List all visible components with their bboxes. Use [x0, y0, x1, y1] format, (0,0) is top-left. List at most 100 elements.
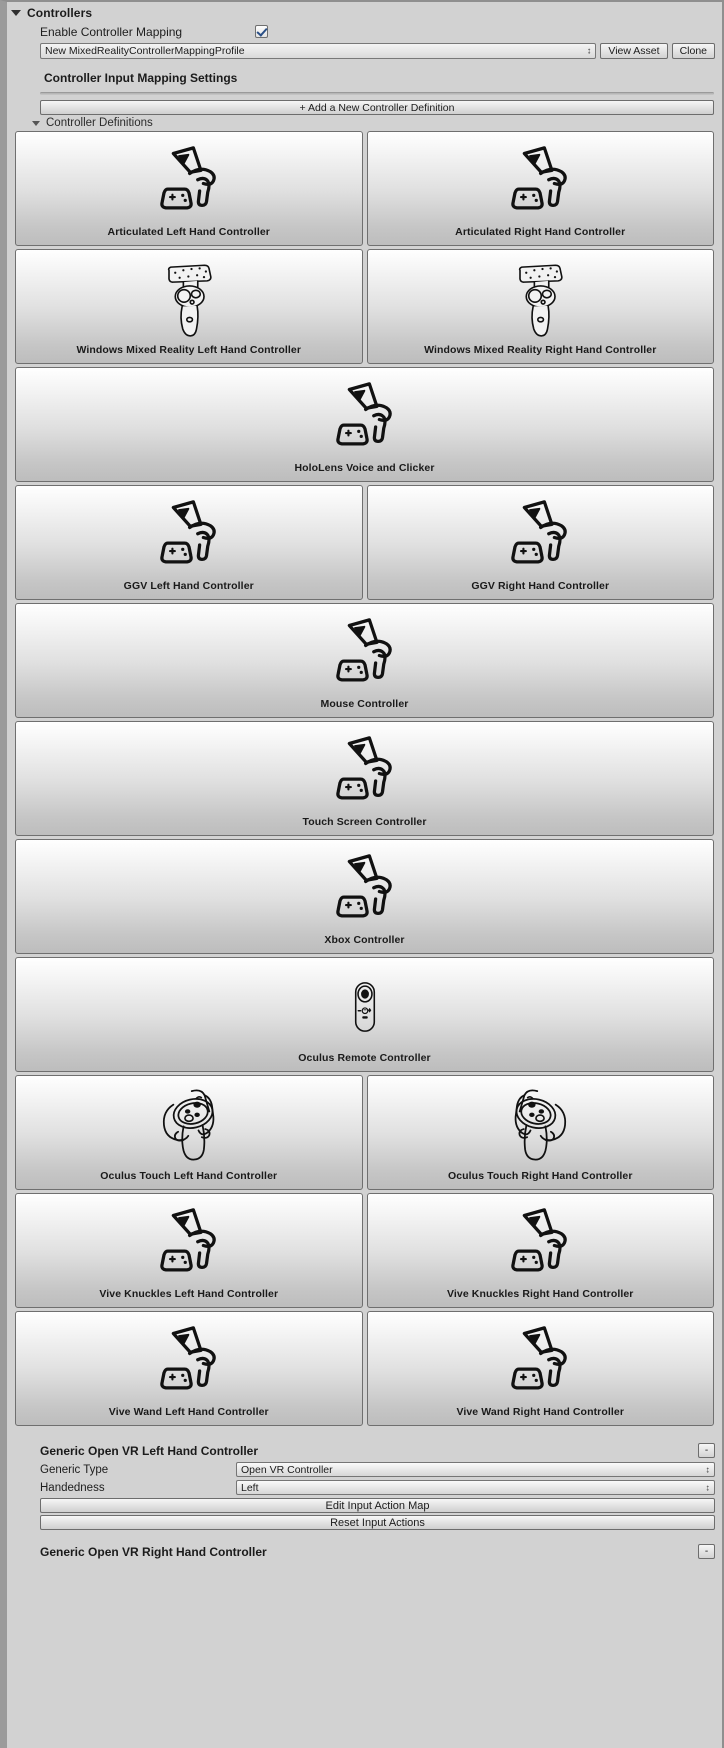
controller-icon-wrap	[16, 368, 713, 462]
page-title: Controllers	[27, 6, 93, 20]
view-asset-button[interactable]: View Asset	[600, 43, 668, 59]
controller-icon-wrap	[16, 722, 713, 816]
controller-row: Vive Wand Left Hand Controller Vive Wand …	[15, 1311, 714, 1426]
controller-detail-panels: Generic Open VR Left Hand Controller - Gen…	[7, 1429, 722, 1562]
handedness-row: Handedness Left ↕	[40, 1479, 715, 1496]
section-title: Controller Input Mapping Settings	[44, 71, 238, 85]
oculus-touch-icon	[512, 1089, 567, 1161]
controller-definitions-grid: Articulated Left Hand Controller Articula…	[7, 131, 722, 1426]
controller-row: Vive Knuckles Left Hand Controller Vive K…	[15, 1193, 714, 1308]
divider	[40, 92, 714, 95]
controller-card-label: HoloLens Voice and Clicker	[294, 462, 435, 474]
generic-type-label: Generic Type	[40, 1463, 109, 1476]
controller-icon-wrap	[368, 132, 714, 226]
controller-card-label: GGV Right Hand Controller	[471, 580, 610, 592]
controller-definition-card[interactable]: Windows Mixed Reality Right Hand Control…	[366, 249, 714, 364]
controller-card-label: Mouse Controller	[320, 698, 409, 710]
wmr-controller-icon	[167, 264, 212, 337]
controller-definitions-foldout[interactable]: Controller Definitions	[7, 115, 722, 131]
controller-detail-panel: Generic Open VR Right Hand Controller -	[7, 1530, 722, 1562]
chevron-down-icon	[32, 120, 40, 126]
remove-controller-button[interactable]: -	[698, 1443, 715, 1458]
edit-input-action-map-button[interactable]: Edit Input Action Map	[40, 1498, 715, 1513]
generic-controller-icon	[335, 618, 392, 682]
generic-controller-icon	[511, 1208, 568, 1272]
profile-object-field[interactable]: New MixedRealityControllerMappingProfile…	[40, 43, 597, 59]
oculus-remote-icon	[354, 982, 375, 1032]
controller-card-label: Oculus Touch Left Hand Controller	[100, 1170, 278, 1182]
controller-row: Oculus Remote Controller	[15, 957, 714, 1072]
controller-icon-wrap	[16, 1076, 362, 1170]
chevron-down-icon	[11, 10, 21, 16]
controller-card-label: Vive Wand Left Hand Controller	[108, 1406, 269, 1418]
controller-card-label: Xbox Controller	[324, 934, 405, 946]
controller-definition-card[interactable]: Vive Wand Left Hand Controller	[15, 1311, 363, 1426]
generic-controller-icon	[335, 854, 392, 918]
controller-icon-wrap	[16, 250, 362, 344]
remove-controller-button[interactable]: -	[698, 1544, 715, 1559]
generic-controller-icon	[335, 736, 392, 800]
controller-definition-card[interactable]: Articulated Left Hand Controller	[15, 131, 363, 246]
reset-input-actions-button[interactable]: Reset Input Actions	[40, 1515, 715, 1530]
chevron-updown-icon: ↕	[586, 45, 592, 56]
controller-card-label: Touch Screen Controller	[302, 816, 427, 828]
controller-definition-card[interactable]: Oculus Touch Right Hand Controller	[366, 1075, 714, 1190]
controller-icon-wrap	[368, 486, 714, 580]
detail-header: Generic Open VR Right Hand Controller -	[40, 1544, 715, 1562]
controller-card-label: Articulated Right Hand Controller	[455, 226, 626, 238]
detail-title: Generic Open VR Left Hand Controller	[40, 1443, 259, 1458]
generic-controller-icon	[160, 1326, 216, 1390]
controller-icon-wrap	[368, 1194, 714, 1288]
handedness-label: Handedness	[40, 1481, 105, 1494]
generic-type-dropdown[interactable]: Open VR Controller ↕	[236, 1462, 715, 1477]
controller-card-label: GGV Left Hand Controller	[123, 580, 254, 592]
oculus-touch-icon	[162, 1089, 217, 1161]
handedness-dropdown[interactable]: Left ↕	[236, 1480, 715, 1495]
controller-icon-wrap	[368, 250, 714, 344]
generic-controller-icon	[335, 382, 392, 446]
wmr-controller-icon	[519, 264, 563, 337]
detail-title: Generic Open VR Right Hand Controller	[40, 1544, 267, 1559]
profile-row: New MixedRealityControllerMappingProfile…	[7, 41, 722, 61]
controller-definition-card[interactable]: HoloLens Voice and Clicker	[15, 367, 714, 482]
controller-definition-card[interactable]: Windows Mixed Reality Left Hand Controll…	[15, 249, 363, 364]
controller-definition-card[interactable]: Vive Knuckles Left Hand Controller	[15, 1193, 363, 1308]
enable-controller-mapping-label: Enable Controller Mapping	[40, 24, 183, 39]
controller-icon-wrap	[368, 1312, 714, 1406]
controller-icon-wrap	[368, 1076, 714, 1170]
controller-definition-card[interactable]: Oculus Remote Controller	[15, 957, 714, 1072]
generic-controller-icon	[511, 146, 568, 210]
controller-definition-card[interactable]: Vive Knuckles Right Hand Controller	[366, 1193, 714, 1308]
controller-definition-card[interactable]: Xbox Controller	[15, 839, 714, 954]
controller-card-label: Windows Mixed Reality Left Hand Controll…	[76, 344, 302, 356]
generic-controller-icon	[160, 1208, 216, 1272]
generic-controller-icon	[160, 500, 216, 564]
controller-definition-card[interactable]: Mouse Controller	[15, 603, 714, 718]
controller-definitions-label: Controller Definitions	[46, 117, 153, 129]
enable-controller-mapping-row: Enable Controller Mapping	[7, 22, 722, 41]
add-controller-definition-button[interactable]: + Add a New Controller Definition	[40, 100, 714, 115]
clone-button[interactable]: Clone	[671, 43, 715, 59]
controller-detail-panel: Generic Open VR Left Hand Controller - Gen…	[7, 1429, 722, 1530]
controller-definition-card[interactable]: Touch Screen Controller	[15, 721, 714, 836]
controller-definition-card[interactable]: Oculus Touch Left Hand Controller	[15, 1075, 363, 1190]
controller-card-label: Oculus Touch Right Hand Controller	[447, 1170, 633, 1182]
controller-icon-wrap	[16, 604, 713, 698]
controller-icon-wrap	[16, 1194, 362, 1288]
handedness-value: Left	[241, 1481, 259, 1494]
controller-icon-wrap	[16, 132, 362, 226]
controller-row: Windows Mixed Reality Left Hand Controll…	[15, 249, 714, 364]
controller-row: GGV Left Hand Controller GGV Right Hand C…	[15, 485, 714, 600]
controller-row: Xbox Controller	[15, 839, 714, 954]
controller-definition-card[interactable]: Vive Wand Right Hand Controller	[366, 1311, 714, 1426]
controller-definition-card[interactable]: GGV Right Hand Controller	[366, 485, 714, 600]
controller-icon-wrap	[16, 840, 713, 934]
controllers-foldout[interactable]: Controllers	[7, 2, 722, 22]
controller-card-label: Vive Knuckles Right Hand Controller	[446, 1288, 634, 1300]
generic-controller-icon	[511, 500, 568, 564]
controller-card-label: Windows Mixed Reality Right Hand Control…	[424, 344, 657, 356]
controller-definition-card[interactable]: GGV Left Hand Controller	[15, 485, 363, 600]
generic-controller-icon	[160, 146, 216, 210]
enable-controller-mapping-checkbox[interactable]	[255, 25, 268, 38]
controller-definition-card[interactable]: Articulated Right Hand Controller	[366, 131, 714, 246]
